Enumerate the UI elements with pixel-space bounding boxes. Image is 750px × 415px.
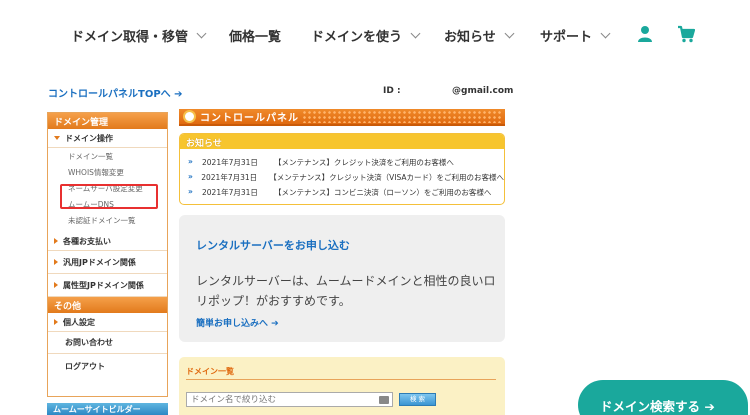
rental-apply-link[interactable]: 簡単お申し込みへ ➔ bbox=[196, 316, 279, 329]
chevron-down-icon bbox=[196, 28, 207, 39]
nav-price-list[interactable]: 価格一覧 bbox=[229, 26, 281, 45]
sidebar-section-domain: ドメイン管理 bbox=[48, 113, 167, 129]
triangle-right-icon bbox=[54, 319, 58, 325]
sidebar-item-personal[interactable]: 個人設定 bbox=[48, 313, 167, 332]
sidebar-item-domain-ops[interactable]: ドメイン操作 bbox=[48, 129, 167, 148]
gear-icon bbox=[183, 110, 196, 123]
keyboard-icon bbox=[379, 396, 389, 404]
sidebar-subitem-unverified[interactable]: 未認証ドメイン一覧 bbox=[48, 212, 167, 228]
double-chevron-icon: » bbox=[188, 187, 193, 196]
nav-label: サポート bbox=[540, 30, 593, 45]
sidebar-section-other: その他 bbox=[48, 297, 167, 313]
sidebar-item-general-jp[interactable]: 汎用JPドメイン関係 bbox=[48, 251, 167, 274]
news-date: 2021年7月31日 bbox=[201, 173, 258, 182]
nameserver-highlight bbox=[60, 184, 158, 209]
double-chevron-icon: » bbox=[188, 157, 193, 166]
sidebar-item-contact[interactable]: お問い合わせ bbox=[48, 332, 167, 354]
chevron-down-icon bbox=[410, 28, 421, 39]
news-text: 【メンテナンス】クレジット決済（VISAカード）をご利用のお客様へ bbox=[269, 173, 504, 182]
site-builder-banner[interactable]: ムームーサイトビルダー bbox=[47, 403, 168, 415]
sidebar-item-label: 個人設定 bbox=[63, 317, 95, 327]
nav-label: ドメインを使う bbox=[311, 30, 403, 45]
triangle-down-icon bbox=[54, 136, 60, 140]
nav-use-domain[interactable]: ドメインを使う bbox=[311, 26, 421, 45]
news-date: 2021年7月31日 bbox=[202, 158, 258, 167]
triangle-right-icon bbox=[54, 259, 58, 265]
nav-domain-acquire[interactable]: ドメイン取得・移管 bbox=[71, 26, 207, 45]
id-label: ID : bbox=[383, 86, 401, 96]
notice-title: お知らせ bbox=[180, 134, 504, 149]
rental-description: レンタルサーバーは、ムームードメインと相性の良いロリポップ！がおすすめです。 bbox=[196, 274, 496, 308]
page-title: コントロールパネル bbox=[200, 113, 299, 124]
double-chevron-icon: » bbox=[188, 172, 193, 181]
domain-search-cta[interactable]: ドメイン検索する ➔ bbox=[578, 380, 748, 415]
rental-server-card: レンタルサーバーをお申し込む レンタルサーバーは、ムームードメインと相性の良いロ… bbox=[179, 215, 505, 342]
cp-top-link[interactable]: コントロールパネルTOPへ ➔ bbox=[48, 85, 183, 100]
sidebar-item-attribute-jp[interactable]: 属性型JPドメイン関係 bbox=[48, 274, 167, 297]
news-text: 【メンテナンス】クレジット決済をご利用のお客様へ bbox=[274, 158, 454, 167]
chevron-down-icon bbox=[504, 28, 515, 39]
news-item[interactable]: » 2021年7月31日 【メンテナンス】コンビニ決済（ローソン）をご利用のお客… bbox=[180, 187, 504, 198]
sidebar-subitem-whois[interactable]: WHOIS情報変更 bbox=[48, 164, 167, 180]
domain-filter-input[interactable] bbox=[186, 392, 393, 407]
nav-label: 価格一覧 bbox=[229, 30, 282, 45]
top-nav: ドメイン取得・移管 価格一覧 ドメインを使う お知らせ サポート bbox=[0, 0, 750, 70]
sidebar-item-label: ドメイン操作 bbox=[65, 133, 113, 143]
divider bbox=[186, 379, 496, 380]
sidebar-item-label: 属性型JPドメイン関係 bbox=[63, 280, 144, 290]
id-email: @gmail.com bbox=[452, 86, 514, 96]
user-icon[interactable] bbox=[637, 25, 653, 43]
domain-list-title: ドメイン一覧 bbox=[186, 367, 234, 376]
nav-label: お知らせ bbox=[444, 30, 496, 45]
sidebar-item-label: 各種お支払い bbox=[63, 236, 111, 246]
rental-title[interactable]: レンタルサーバーをお申し込む bbox=[196, 237, 350, 253]
notice-box: お知らせ » 2021年7月31日 【メンテナンス】クレジット決済をご利用のお客… bbox=[179, 133, 505, 205]
sidebar-item-payments[interactable]: 各種お支払い bbox=[48, 232, 167, 251]
dot-pattern bbox=[302, 110, 502, 123]
sidebar: ドメイン管理 ドメイン操作 ドメイン一覧 WHOIS情報変更 ネームサーバ設定変… bbox=[47, 112, 168, 397]
sidebar-subitem-domain-list[interactable]: ドメイン一覧 bbox=[48, 148, 167, 164]
news-item[interactable]: » 2021年7月31日 【メンテナンス】クレジット決済をご利用のお客様へ bbox=[180, 157, 504, 168]
nav-support[interactable]: サポート bbox=[540, 26, 611, 45]
chevron-down-icon bbox=[600, 28, 611, 39]
news-date: 2021年7月31日 bbox=[202, 188, 258, 197]
domain-list-panel: ドメイン一覧 検 索 bbox=[179, 357, 505, 415]
nav-news[interactable]: お知らせ bbox=[444, 26, 515, 45]
cart-icon[interactable] bbox=[677, 25, 695, 43]
news-item[interactable]: » 2021年7月31日 【メンテナンス】クレジット決済（VISAカード）をご利… bbox=[180, 172, 504, 183]
sidebar-item-label: 汎用JPドメイン関係 bbox=[63, 257, 136, 267]
news-text: 【メンテナンス】コンビニ決済（ローソン）をご利用のお客様へ bbox=[274, 188, 492, 197]
nav-label: ドメイン取得・移管 bbox=[71, 30, 189, 45]
sidebar-item-logout[interactable]: ログアウト bbox=[48, 354, 167, 378]
control-panel-header: コントロールパネル bbox=[179, 109, 505, 126]
triangle-right-icon bbox=[54, 282, 58, 288]
domain-search-button[interactable]: 検 索 bbox=[399, 393, 436, 406]
triangle-right-icon bbox=[54, 238, 58, 244]
